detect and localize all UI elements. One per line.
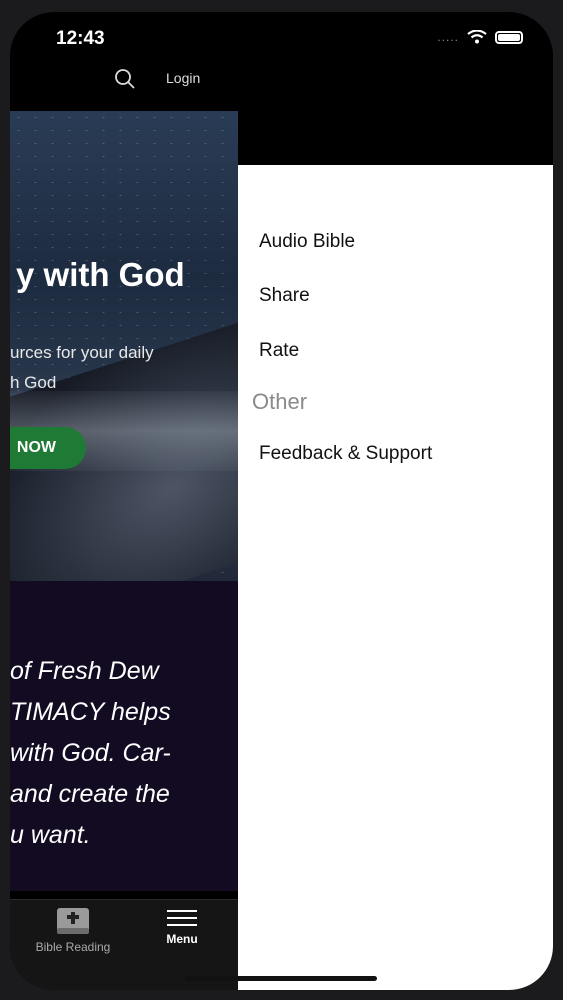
quote-line: of Fresh Dew — [10, 657, 159, 685]
drawer-item-feedback-support[interactable]: Feedback & Support — [259, 443, 432, 465]
hero-subtitle-line1: urces for your daily — [10, 343, 154, 362]
drawer-section-header: Other — [252, 389, 308, 414]
drawer-item-rate[interactable]: Rate — [259, 340, 299, 362]
quote-section: of Fresh Dew TIMACY helps with God. Car-… — [10, 581, 238, 891]
tab-label: Menu — [166, 932, 198, 946]
status-time: 12:43 — [56, 28, 105, 49]
tab-label: Bible Reading — [35, 940, 111, 954]
battery-icon — [495, 30, 523, 44]
drawer-item-audio-bible[interactable]: Audio Bible — [259, 231, 355, 253]
hero-cta-button[interactable]: NOW — [10, 427, 86, 469]
quote-line: with God. Car- — [10, 739, 171, 767]
quote-line: and create the — [10, 780, 170, 808]
phone-frame: 12:43 ..... Login y with God urces for y… — [0, 0, 563, 1000]
cell-signal-icon: ..... — [437, 30, 459, 44]
search-icon[interactable] — [114, 68, 136, 90]
quote-text: of Fresh Dew TIMACY helps with God. Car-… — [10, 651, 171, 856]
quote-line: u want. — [10, 821, 91, 849]
home-indicator[interactable] — [185, 976, 377, 981]
hero-subtitle-line2: h God — [10, 373, 57, 392]
login-link[interactable]: Login — [166, 70, 200, 86]
tab-bible-reading[interactable]: Bible Reading — [28, 906, 118, 954]
drawer-item-share[interactable]: Share — [259, 285, 310, 307]
menu-icon — [167, 910, 197, 926]
hero-banner: y with God urces for your daily h God NO… — [10, 111, 238, 581]
hero-title: y with God — [16, 256, 185, 293]
notch — [154, 12, 428, 56]
bible-icon — [57, 908, 89, 934]
tab-menu[interactable]: Menu — [158, 906, 206, 946]
app-screen: 12:43 ..... Login y with God urces for y… — [10, 12, 553, 990]
side-drawer: Audio Bible Share Rate Other Feedback & … — [238, 165, 553, 990]
quote-line: TIMACY helps — [10, 698, 171, 726]
wifi-icon — [467, 30, 487, 44]
status-icons: ..... — [437, 30, 523, 44]
